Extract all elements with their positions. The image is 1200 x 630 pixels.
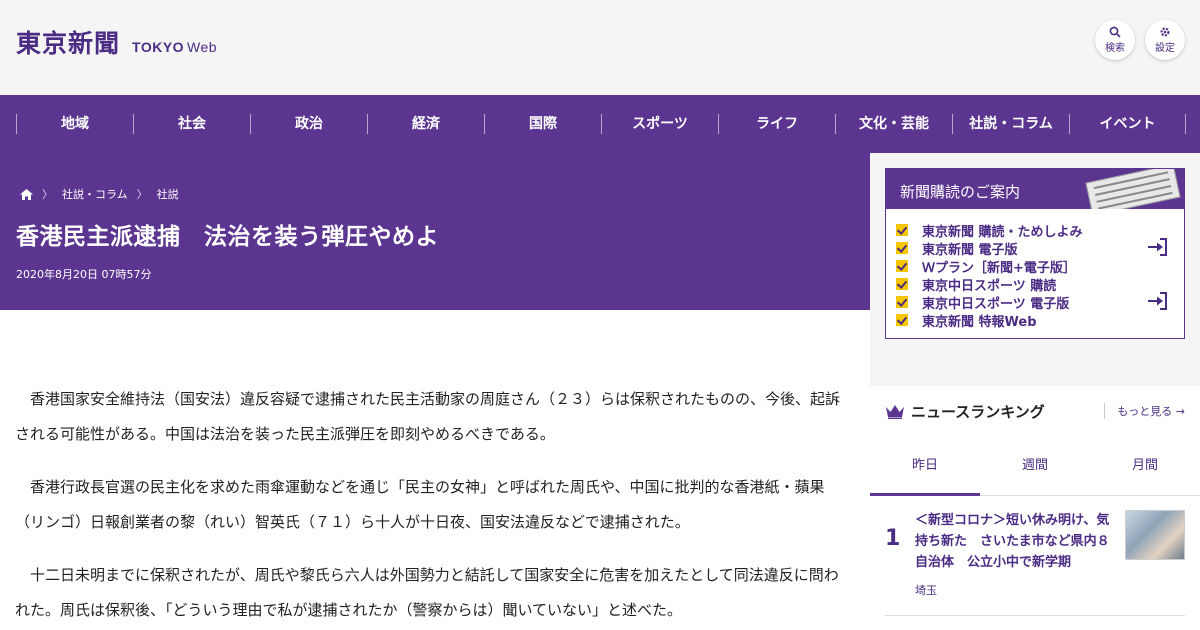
site-header: 東京新聞 TOKYO Web 検索 設定 [0, 0, 1200, 95]
nav-item-economy[interactable]: 経済 [367, 114, 484, 134]
article-body: 香港国家安全維持法（国安法）違反容疑で逮捕された民主活動家の周庭さん（２３）らは… [0, 310, 870, 630]
main-nav: 地域 社会 政治 経済 国際 スポーツ ライフ 文化・芸能 社説・コラム イベン… [0, 95, 1200, 153]
login-icon[interactable] [1148, 238, 1168, 256]
subscription-link[interactable]: 東京中日スポーツ 電子版 [896, 292, 1184, 312]
check-icon [896, 278, 908, 290]
breadcrumb-separator: 〉 [136, 188, 148, 201]
check-icon [896, 224, 908, 236]
settings-label: 設定 [1155, 43, 1175, 54]
nav-item-editorial[interactable]: 社説・コラム [952, 114, 1069, 134]
logo-en: TOKYO Web [132, 39, 218, 55]
article-title: 香港民主派逮捕 法治を装う弾圧やめよ [16, 224, 439, 250]
search-label: 検索 [1105, 43, 1125, 54]
site-logo[interactable]: 東京新聞 TOKYO Web [16, 24, 217, 60]
crown-icon [886, 404, 904, 419]
ranking-item[interactable]: 1 ＜新型コロナ＞短い休み明け、気持ち新た さいたま市など県内８自治体 公立小中… [885, 496, 1185, 616]
rank-thumbnail [1125, 510, 1185, 560]
check-icon [896, 314, 908, 326]
breadcrumb-editorial-column[interactable]: 社説・コラム [62, 186, 128, 202]
article-paragraph: 十二日未明までに保釈されたが、周氏や黎氏ら六人は外国勢力と結託して国家安全に危害… [15, 566, 839, 619]
nav-item-events[interactable]: イベント [1069, 114, 1186, 134]
home-icon[interactable] [20, 188, 33, 200]
nav-item-international[interactable]: 国際 [484, 114, 601, 134]
ranking-title: ニュースランキング [911, 402, 1045, 421]
tab-yesterday[interactable]: 昨日 [870, 436, 980, 496]
gear-icon [1160, 27, 1170, 37]
sidebar: 新聞購読のご案内 東京新聞 購読・ためしよみ 東京新聞 電子版 Ｗプラン［新聞+… [870, 153, 1200, 630]
check-icon [896, 260, 908, 272]
article-header: 〉 社説・コラム 〉 社説 香港民主派逮捕 法治を装う弾圧やめよ 2020年8月… [0, 153, 870, 310]
breadcrumb-separator: 〉 [42, 188, 53, 201]
article-paragraph: 香港行政長官選の民主化を求めた雨傘運動などを通じ「民主の女神」と呼ばれた周氏や、… [15, 478, 825, 531]
breadcrumb: 〉 社説・コラム 〉 社説 [20, 186, 179, 202]
nav-item-life[interactable]: ライフ [718, 114, 835, 134]
article-date: 2020年8月20日 07時57分 [16, 268, 152, 281]
nav-item-politics[interactable]: 政治 [250, 114, 367, 134]
settings-button[interactable]: 設定 [1145, 20, 1185, 60]
nav-item-region[interactable]: 地域 [16, 114, 133, 134]
rank-headline: ＜新型コロナ＞短い休み明け、気持ち新た さいたま市など県内８自治体 公立小中で新… [915, 513, 1110, 570]
search-button[interactable]: 検索 [1095, 20, 1135, 60]
search-icon [1109, 26, 1121, 38]
news-ranking: ニュースランキング もっと見る → 昨日 週間 月間 1 ＜新型コロナ＞短い休み… [870, 386, 1200, 630]
subscription-link[interactable]: 東京中日スポーツ 購読 [896, 275, 1184, 294]
subscription-link[interactable]: 東京新聞 電子版 [896, 238, 1184, 258]
arrow-right-icon: → [1175, 405, 1185, 418]
subscription-link[interactable]: 東京新聞 特報Web [896, 311, 1184, 330]
login-icon[interactable] [1148, 292, 1168, 310]
ranking-more-link[interactable]: もっと見る → [1104, 403, 1185, 419]
nav-item-sports[interactable]: スポーツ [601, 114, 718, 134]
check-icon [896, 242, 908, 254]
subscription-link[interactable]: Ｗプラン［新聞+電子版］ [896, 257, 1184, 276]
ranking-header: ニュースランキング もっと見る → [870, 386, 1200, 436]
subscription-title: 新聞購読のご案内 [900, 183, 1021, 201]
check-icon [896, 296, 908, 308]
tab-weekly[interactable]: 週間 [980, 436, 1090, 495]
nav-item-society[interactable]: 社会 [133, 114, 250, 134]
rank-category: 埼玉 [915, 584, 937, 597]
tab-monthly[interactable]: 月間 [1090, 436, 1200, 495]
breadcrumb-editorial[interactable]: 社説 [157, 186, 179, 202]
article-paragraph: 香港国家安全維持法（国安法）違反容疑で逮捕された民主活動家の周庭さん（２３）らは… [15, 390, 841, 443]
rank-number: 1 [885, 526, 901, 551]
subscription-link[interactable]: 東京新聞 購読・ためしよみ [896, 221, 1184, 240]
subscription-list: 東京新聞 購読・ためしよみ 東京新聞 電子版 Ｗプラン［新聞+電子版］ 東京中日… [886, 209, 1184, 330]
nav-item-culture[interactable]: 文化・芸能 [835, 114, 952, 134]
logo-jp: 東京新聞 [16, 29, 121, 58]
ranking-tabs: 昨日 週間 月間 [870, 436, 1200, 496]
newspaper-image [1085, 169, 1181, 209]
subscription-header: 新聞購読のご案内 [886, 169, 1184, 209]
subscription-box: 新聞購読のご案内 東京新聞 購読・ためしよみ 東京新聞 電子版 Ｗプラン［新聞+… [885, 168, 1185, 339]
